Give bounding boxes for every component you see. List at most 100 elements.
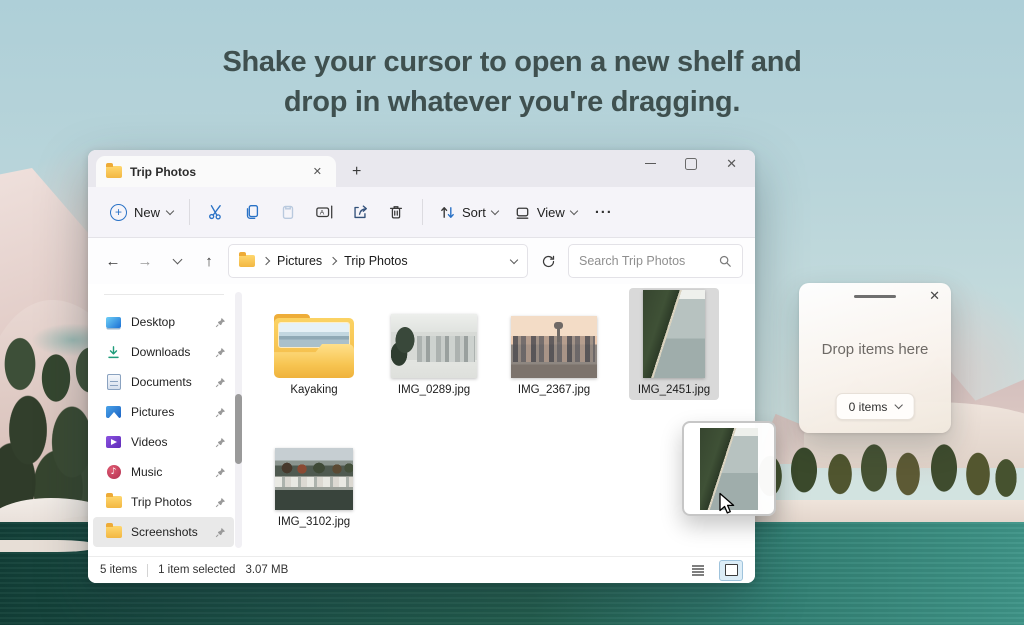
see-more-button[interactable]: ··· — [585, 204, 623, 221]
forward-button[interactable]: → — [132, 248, 158, 274]
music-icon: ♪ — [105, 464, 122, 481]
chevron-right-icon — [262, 257, 270, 265]
chevron-down-icon — [172, 255, 182, 265]
sidebar-item-music[interactable]: ♪ Music — [93, 457, 234, 487]
chevron-down-icon — [491, 206, 499, 214]
pin-icon — [215, 317, 226, 328]
command-bar: + New A — [88, 187, 755, 238]
shelf-close-icon[interactable]: ✕ — [929, 289, 940, 302]
maximize-button[interactable] — [685, 158, 697, 170]
file-name: IMG_2367.jpg — [518, 384, 590, 396]
folder-icon — [105, 524, 122, 541]
caption: Shake your cursor to open a new shelf an… — [0, 42, 1024, 122]
tower-silhouette — [557, 328, 560, 342]
videos-icon — [105, 434, 122, 451]
sort-button[interactable]: Sort — [431, 198, 506, 227]
sidebar-item-desktop[interactable]: Desktop — [93, 307, 234, 337]
details-view-button[interactable] — [687, 561, 709, 580]
tab-close-icon[interactable]: ✕ — [309, 163, 326, 180]
window-controls: ✕ — [645, 157, 737, 170]
chevron-down-icon — [570, 206, 578, 214]
tab-trip-photos[interactable]: Trip Photos ✕ — [96, 156, 336, 187]
new-button[interactable]: + New — [102, 198, 181, 227]
folder-thumbnail — [274, 314, 354, 378]
pin-icon — [215, 497, 226, 508]
paste-icon — [279, 203, 297, 221]
chevron-down-icon[interactable] — [510, 255, 518, 263]
new-tab-button[interactable]: + — [352, 164, 361, 180]
copy-button[interactable] — [234, 195, 270, 229]
toolbar-divider — [189, 199, 190, 225]
breadcrumb-trip-photos[interactable]: Trip Photos — [344, 254, 407, 268]
share-icon — [351, 203, 369, 221]
explorer-body: Desktop Downloads Documents Pictures — [88, 284, 755, 556]
sidebar-item-videos[interactable]: Videos — [93, 427, 234, 457]
cut-button[interactable] — [198, 195, 234, 229]
downloads-icon — [105, 344, 122, 361]
wallpaper-shoreline — [0, 540, 95, 552]
refresh-button[interactable] — [534, 247, 562, 275]
cut-icon — [207, 203, 225, 221]
file-name: IMG_2451.jpg — [638, 384, 710, 396]
file-tile-img-0289[interactable]: IMG_0289.jpg — [389, 288, 479, 400]
recent-locations-button[interactable] — [164, 248, 190, 274]
photo-thumbnail — [643, 290, 705, 378]
folder-icon — [105, 494, 122, 511]
shelf-items-button[interactable]: 0 items — [836, 393, 915, 420]
back-button[interactable]: ← — [100, 248, 126, 274]
breadcrumb-pictures[interactable]: Pictures — [277, 254, 322, 268]
file-tile-img-3102[interactable]: IMG_3102.jpg — [269, 420, 359, 532]
sidebar-divider — [104, 294, 224, 295]
sidebar-item-pictures[interactable]: Pictures — [93, 397, 234, 427]
up-button[interactable]: ↑ — [196, 248, 222, 274]
copy-icon — [243, 203, 261, 221]
sort-label: Sort — [462, 205, 486, 220]
sidebar-item-documents[interactable]: Documents — [93, 367, 234, 397]
files-view: Kayaking IMG_0289.jpg IMG_2367.jpg IMG_2… — [244, 284, 755, 556]
refresh-icon — [541, 254, 556, 269]
sidebar-item-trip-photos[interactable]: Trip Photos — [93, 487, 234, 517]
delete-icon — [387, 203, 405, 221]
file-tile-kayaking[interactable]: Kayaking — [269, 288, 359, 400]
thumbnail-view-icon — [725, 564, 738, 576]
pin-icon — [215, 407, 226, 418]
view-icon — [514, 204, 531, 221]
search-input[interactable]: Search Trip Photos — [568, 244, 743, 278]
mouse-cursor — [718, 492, 737, 518]
delete-button[interactable] — [378, 195, 414, 229]
view-button[interactable]: View — [506, 198, 585, 227]
toolbar-divider — [422, 199, 423, 225]
shelf-drag-handle[interactable] — [854, 295, 896, 298]
paste-button[interactable] — [270, 195, 306, 229]
close-button[interactable]: ✕ — [726, 157, 737, 170]
status-divider — [147, 564, 148, 577]
shelf-items-count: 0 items — [849, 400, 888, 414]
caption-line-2: drop in whatever you're dragging. — [0, 82, 1024, 122]
file-explorer-window: Trip Photos ✕ + ✕ + New — [88, 150, 755, 583]
folder-icon — [239, 255, 255, 267]
pin-icon — [215, 437, 226, 448]
photo-thumbnail — [511, 316, 597, 378]
photo-thumbnail — [275, 448, 353, 510]
file-tile-img-2367[interactable]: IMG_2367.jpg — [509, 288, 599, 400]
minimize-button[interactable] — [645, 163, 656, 164]
details-view-icon — [691, 564, 705, 576]
shelf-drop-label: Drop items here — [799, 341, 951, 358]
file-tile-img-2451-selected[interactable]: IMG_2451.jpg — [629, 288, 719, 400]
share-button[interactable] — [342, 195, 378, 229]
status-bar: 5 items 1 item selected 3.07 MB — [88, 556, 755, 583]
breadcrumb[interactable]: Pictures Trip Photos — [228, 244, 528, 278]
screen: Shake your cursor to open a new shelf an… — [0, 0, 1024, 625]
sidebar-scrollbar-thumb[interactable] — [235, 394, 242, 464]
thumbnail-view-button[interactable] — [719, 560, 743, 581]
file-name: IMG_3102.jpg — [278, 516, 350, 528]
search-icon — [718, 254, 732, 268]
shelf-panel[interactable]: ✕ Drop items here 0 items — [799, 283, 951, 433]
file-name: IMG_0289.jpg — [398, 384, 470, 396]
sidebar-item-screenshots[interactable]: Screenshots — [93, 517, 234, 547]
tab-title: Trip Photos — [130, 165, 301, 179]
sidebar-item-downloads[interactable]: Downloads — [93, 337, 234, 367]
svg-text:A: A — [319, 210, 324, 217]
rename-icon: A — [315, 203, 334, 221]
rename-button[interactable]: A — [306, 195, 342, 229]
